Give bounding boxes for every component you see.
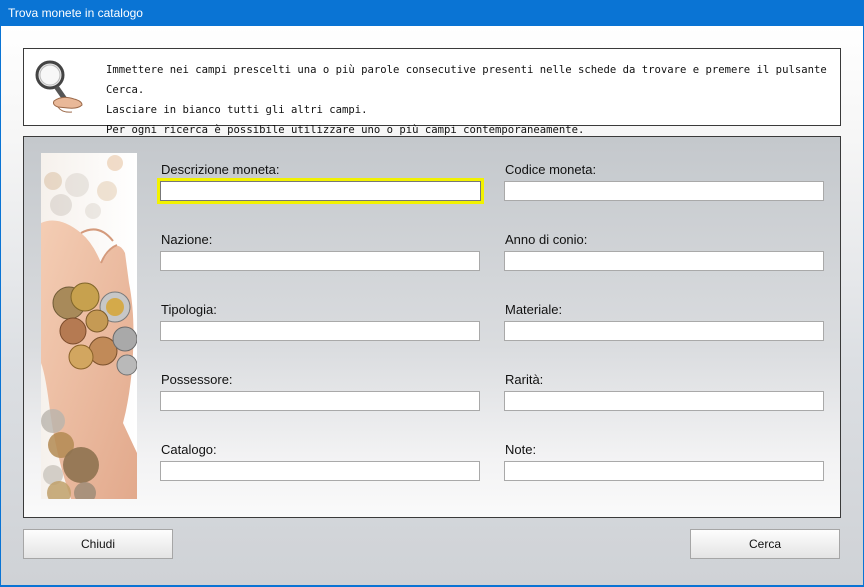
materiale-label: Materiale: xyxy=(505,302,563,317)
nazione-label: Nazione: xyxy=(161,232,213,247)
rarita-input[interactable] xyxy=(504,391,824,411)
possessore-label: Possessore: xyxy=(161,372,233,387)
anno-label: Anno di conio: xyxy=(505,232,588,247)
instruction-line-2: Lasciare in bianco tutti gli altri campi… xyxy=(106,104,368,116)
possessore-input[interactable] xyxy=(160,391,480,411)
note-label: Note: xyxy=(505,442,537,457)
instruction-line-1: Immettere nei campi prescelti una o più … xyxy=(106,64,827,96)
codice-label: Codice moneta: xyxy=(505,162,597,177)
anno-input[interactable] xyxy=(504,251,824,271)
catalogo-input[interactable] xyxy=(160,461,480,481)
search-form-panel: Descrizione moneta: Nazione: Tipologia: … xyxy=(23,136,841,518)
note-input[interactable] xyxy=(504,461,824,481)
window-title: Trova monete in catalogo xyxy=(0,0,864,26)
materiale-input[interactable] xyxy=(504,321,824,341)
descrizione-label: Descrizione moneta: xyxy=(161,162,280,177)
tipologia-label: Tipologia: xyxy=(161,302,217,317)
descrizione-input[interactable] xyxy=(157,178,484,204)
coins-hand-image xyxy=(41,153,137,499)
dialog-window: Trova monete in catalogo Immettere nei c… xyxy=(0,0,864,587)
catalogo-label: Catalogo: xyxy=(161,442,217,457)
close-button[interactable]: Chiudi xyxy=(23,529,173,559)
codice-input[interactable] xyxy=(504,181,824,201)
instructions-box: Immettere nei campi prescelti una o più … xyxy=(23,48,841,136)
tipologia-input[interactable] xyxy=(160,321,480,341)
nazione-input[interactable] xyxy=(160,251,480,271)
magnifier-hand-icon xyxy=(35,60,83,113)
search-button[interactable]: Cerca xyxy=(690,529,840,559)
rarita-label: Rarità: xyxy=(505,372,544,387)
dialog-client-area: Immettere nei campi prescelti una o più … xyxy=(1,26,863,585)
